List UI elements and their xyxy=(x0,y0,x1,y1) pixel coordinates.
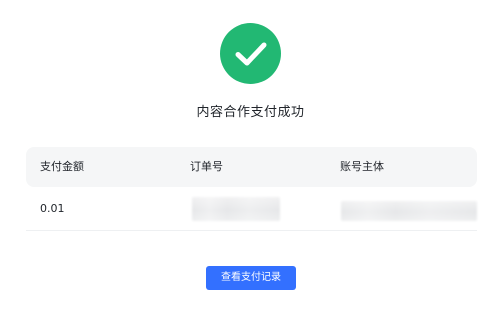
check-circle-icon xyxy=(220,23,281,84)
table-row: 0.01 xyxy=(26,187,477,231)
success-title: 内容合作支付成功 xyxy=(196,105,305,120)
table-header: 支付金额 订单号 账号主体 xyxy=(26,147,477,187)
check-mark-icon xyxy=(235,42,266,65)
payment-success-page: 内容合作支付成功 支付金额 订单号 账号主体 0.01 查看支付记录 xyxy=(0,0,501,318)
cell-amount: 0.01 xyxy=(40,202,65,215)
header-account: 账号主体 xyxy=(340,160,384,173)
cell-order-id-redacted xyxy=(192,197,280,221)
cell-account-redacted xyxy=(341,201,477,221)
header-amount: 支付金额 xyxy=(40,160,84,173)
view-payment-records-button[interactable]: 查看支付记录 xyxy=(206,266,296,290)
header-order-id: 订单号 xyxy=(190,160,223,173)
payment-table: 支付金额 订单号 账号主体 0.01 xyxy=(26,147,477,231)
